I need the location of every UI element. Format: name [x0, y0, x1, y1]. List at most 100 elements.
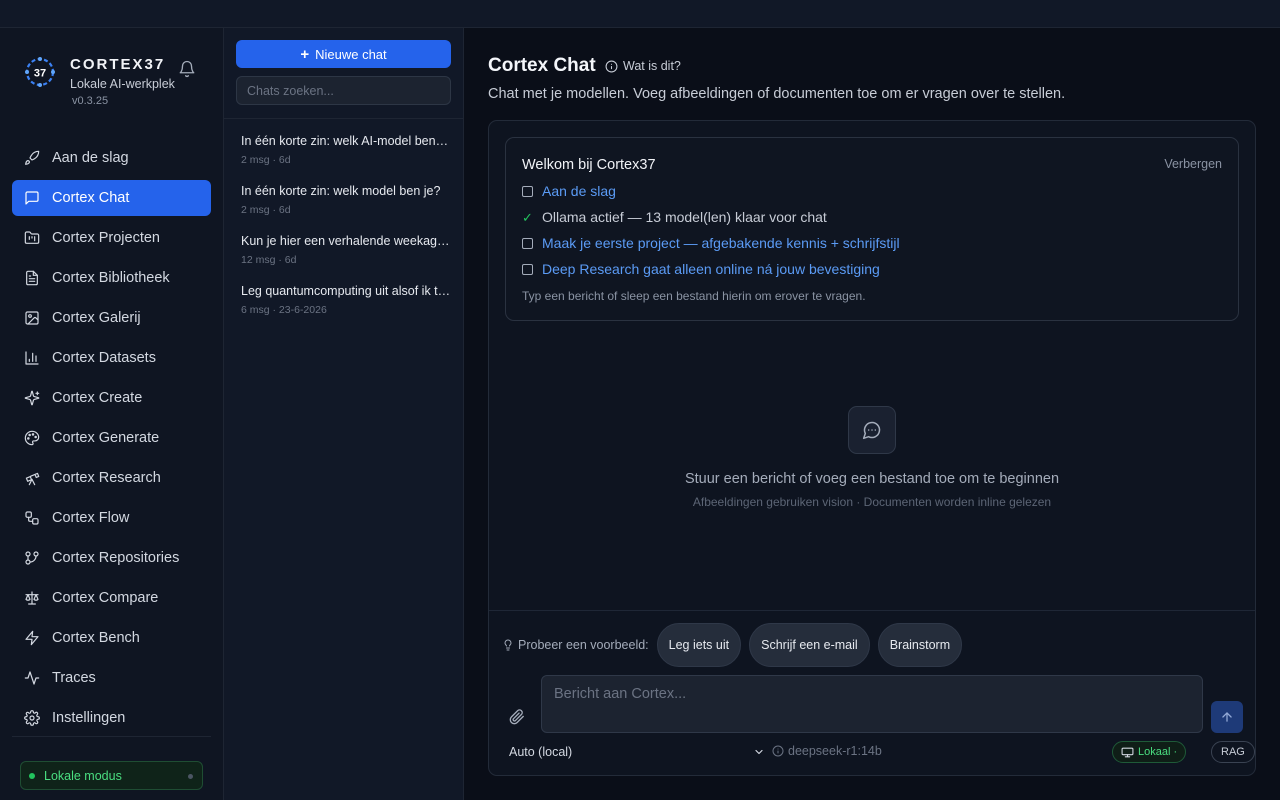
checklist-link[interactable]: Deep Research gaat alleen online ná jouw… [542, 261, 880, 277]
chat-list-panel: + Nieuwe chat In één korte zin: welk AI-… [224, 28, 464, 800]
secondary-dot-icon [188, 774, 193, 779]
message-input[interactable] [541, 675, 1203, 733]
welcome-card: Welkom bij Cortex37 Verbergen Aan de sla… [505, 137, 1239, 321]
example-chip[interactable]: Leg iets uit [656, 623, 742, 667]
checklist-item: ✓ Ollama actief — 13 model(len) klaar vo… [522, 209, 827, 225]
sidebar-item-cortex-bibliotheek[interactable]: Cortex Bibliotheek [12, 260, 211, 296]
sidebar-item-label: Cortex Chat [52, 190, 130, 206]
conversation-meta: 2 msg · 6d [241, 204, 291, 216]
checklist-item[interactable]: Deep Research gaat alleen online ná jouw… [522, 261, 880, 277]
sidebar-item-label: Cortex Projecten [52, 230, 160, 246]
activity-icon [24, 671, 40, 685]
folder-icon [24, 231, 40, 244]
sidebar-item-cortex-generate[interactable]: Cortex Generate [12, 420, 211, 456]
example-chip[interactable]: Brainstorm [877, 623, 963, 667]
what-is-this-label: Wat is dit? [623, 59, 681, 73]
empty-state-title: Stuur een bericht of voeg een bestand to… [684, 471, 1060, 487]
brand-tagline: Lokale AI-werkplek [70, 77, 175, 91]
conversation-meta: 12 msg · 6d [241, 254, 297, 266]
gear-icon [24, 710, 40, 726]
info-icon [605, 60, 618, 72]
sidebar-item-label: Aan de slag [52, 150, 129, 166]
palette-icon [24, 430, 40, 446]
sidebar-item-cortex-datasets[interactable]: Cortex Datasets [12, 340, 211, 376]
chat-list-divider [224, 118, 464, 119]
arrow-up-icon [1222, 712, 1232, 722]
conversation-item[interactable]: Kun je hier een verhalende weekagenda va… [241, 234, 451, 266]
checkbox[interactable] [522, 185, 533, 197]
brand: 37 CORTEX37 Lokale AI-werkplek v0.3.25 [24, 56, 214, 116]
sidebar-item-cortex-projecten[interactable]: Cortex Projecten [12, 220, 211, 256]
sidebar-item-traces[interactable]: Traces [12, 660, 211, 696]
sidebar-item-label: Instellingen [52, 710, 126, 726]
conversation-title: In één korte zin: welk model ben je? [241, 184, 441, 198]
rag-badge[interactable]: RAG [1211, 741, 1255, 763]
sidebar-item-aan-de-slag[interactable]: Aan de slag [12, 140, 211, 176]
sidebar-item-label: Cortex Datasets [52, 350, 156, 366]
chat-search-input[interactable] [236, 76, 451, 105]
sidebar-item-label: Cortex Bibliotheek [52, 270, 170, 286]
paperclip-icon[interactable] [509, 709, 525, 725]
sidebar: 37 CORTEX37 Lokale AI-werkplek v0.3.25 A… [0, 28, 224, 800]
conversation-item[interactable]: In één korte zin: welk AI-model ben je? … [241, 134, 451, 166]
conversation-item[interactable]: Leg quantumcomputing uit alsof ik tien b… [241, 284, 451, 316]
sidebar-item-cortex-bench[interactable]: Cortex Bench [12, 620, 211, 656]
cortex-logo-icon: 37 [24, 56, 56, 88]
composer-divider [489, 610, 1255, 611]
conversation-item[interactable]: In één korte zin: welk model ben je? 2 m… [241, 184, 451, 216]
sidebar-item-instellingen[interactable]: Instellingen [12, 700, 211, 736]
flow-icon [25, 511, 39, 525]
sidebar-item-cortex-galerij[interactable]: Cortex Galerij [12, 300, 211, 336]
sidebar-item-label: Cortex Research [52, 470, 161, 486]
version-label: v0.3.25 [72, 95, 109, 107]
what-is-this-link[interactable]: Wat is dit? [605, 59, 681, 73]
local-mode-label: Lokale modus [44, 768, 122, 783]
brand-subtitle: Lokale AI-werkplek v0.3.25 [70, 76, 180, 109]
sidebar-item-label: Cortex Repositories [52, 550, 180, 566]
example-chip[interactable]: Schrijf een e-mail [749, 623, 870, 667]
sidebar-item-label: Cortex Create [52, 390, 143, 406]
checklist-link[interactable]: Maak je eerste project — afgebakende ken… [542, 235, 900, 251]
bell-icon[interactable] [178, 60, 196, 78]
info-icon [772, 745, 784, 757]
checklist-item[interactable]: Aan de slag [522, 183, 616, 199]
sidebar-item-cortex-chat[interactable]: Cortex Chat [12, 180, 211, 216]
checklist-item[interactable]: Maak je eerste project — afgebakende ken… [522, 235, 900, 251]
send-button[interactable] [1211, 701, 1243, 733]
telescope-icon [25, 472, 40, 486]
checklist-link[interactable]: Aan de slag [542, 183, 616, 199]
hide-welcome-button[interactable]: Verbergen [1164, 157, 1222, 171]
sidebar-item-cortex-repositories[interactable]: Cortex Repositories [12, 540, 211, 576]
sidebar-item-label: Cortex Flow [52, 510, 130, 526]
conversation-title: Kun je hier een verhalende weekagenda va… [241, 234, 451, 248]
monitor-icon [1121, 747, 1134, 757]
sidebar-item-cortex-flow[interactable]: Cortex Flow [12, 500, 211, 536]
local-badge-label: Lokaal · [1138, 746, 1178, 758]
new-chat-button[interactable]: + Nieuwe chat [236, 40, 451, 68]
local-badge[interactable]: Lokaal · [1112, 741, 1187, 763]
sidebar-item-label: Cortex Generate [52, 430, 160, 446]
page-subtitle: Chat met je modellen. Voeg afbeeldingen … [488, 86, 1066, 102]
local-mode-indicator[interactable]: Lokale modus [20, 761, 203, 790]
logo-text: 37 [34, 68, 46, 80]
sidebar-item-cortex-research[interactable]: Cortex Research [12, 460, 211, 496]
sidebar-item-cortex-compare[interactable]: Cortex Compare [12, 580, 211, 616]
model-select[interactable]: Auto (local) [509, 743, 765, 761]
page-title: Cortex Chat [488, 55, 596, 76]
active-model: deepseek-r1:14b [772, 744, 882, 758]
sidebar-divider [12, 736, 211, 737]
sidebar-item-cortex-create[interactable]: Cortex Create [12, 380, 211, 416]
git-branch-icon [25, 551, 39, 565]
conversation-title: Leg quantumcomputing uit alsof ik tien b… [241, 284, 451, 298]
scale-icon [25, 591, 39, 605]
window-top-bar [0, 0, 1280, 28]
model-select-value: Auto (local) [509, 745, 573, 759]
checkbox[interactable] [522, 263, 533, 275]
conversation-title: In één korte zin: welk AI-model ben je? [241, 134, 451, 148]
image-icon [25, 311, 39, 325]
empty-state-chat-icon [848, 406, 896, 454]
sparkles-icon [24, 390, 40, 406]
checkbox[interactable] [522, 237, 533, 249]
chat-panel: Welkom bij Cortex37 Verbergen Aan de sla… [488, 120, 1256, 776]
bar-chart-icon [25, 351, 39, 365]
